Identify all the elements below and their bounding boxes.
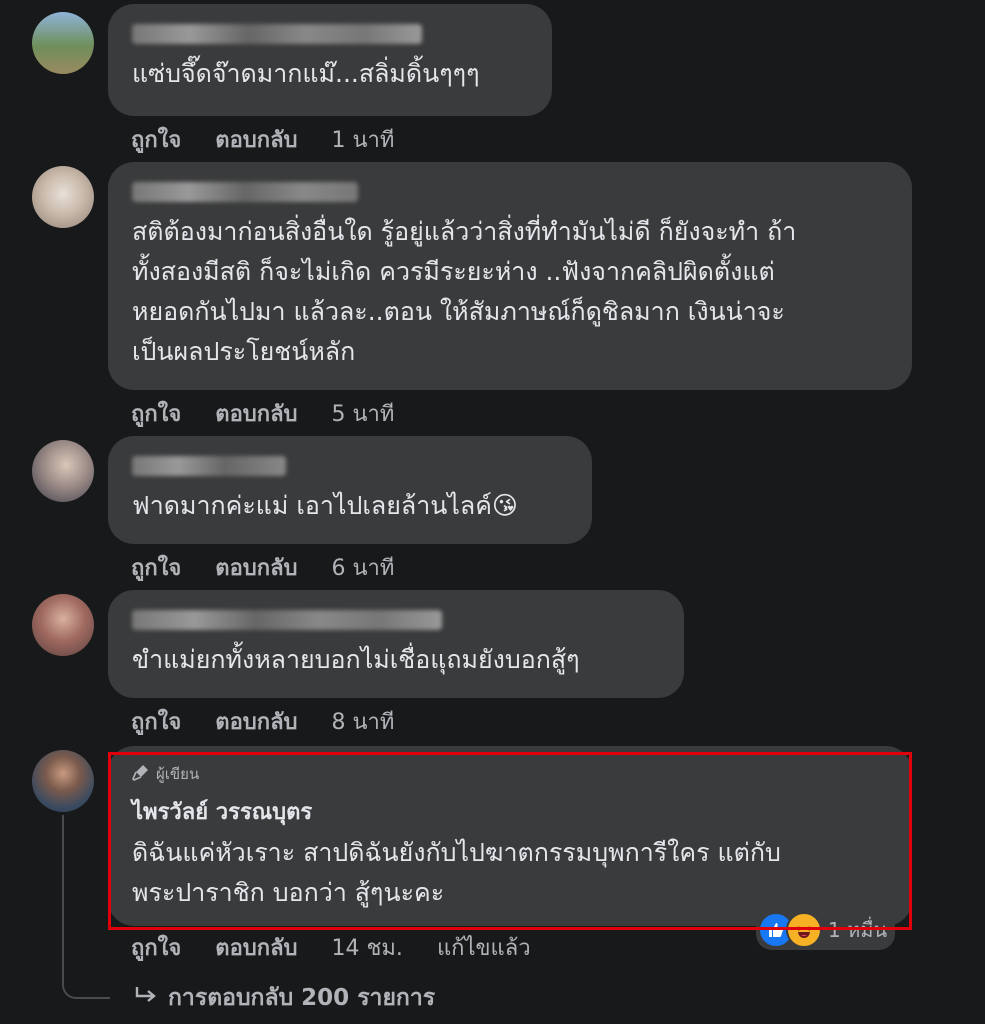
view-replies-link[interactable]: การตอบกลับ 200 รายการ (134, 980, 435, 1016)
comment-text: สติต้องมาก่อนสิ่งอื่นใด รู้อยู่แล้วว่าสิ… (132, 217, 797, 366)
reaction-summary[interactable]: 1 หมื่น (756, 910, 896, 950)
comment-actions: ถูกใจ ตอบกลับ 5 นาที (131, 396, 394, 431)
edited-label: แก้ไขแล้ว (436, 936, 531, 961)
reply-link[interactable]: ตอบกลับ (215, 704, 297, 739)
reaction-count: 1 หมื่น (828, 918, 888, 942)
reply-link[interactable]: ตอบกลับ (215, 550, 297, 585)
author-name[interactable]: ไพรวัลย์ วรรณบุตร (132, 794, 888, 829)
comment-text: ขำแม่ยกทั้งหลายบอกไม่เชื่อแุถมยังบอกสู้ๆ (132, 645, 580, 674)
comment-actions: ถูกใจ ตอบกลับ 8 นาที (131, 704, 394, 739)
comment-bubble: ผู้เขียน ไพรวัลย์ วรรณบุตร ดิฉันแค่หัวเร… (108, 746, 912, 926)
reply-arrow-icon (134, 985, 158, 1011)
timestamp[interactable]: 5 นาที (332, 396, 395, 431)
comment-bubble: ขำแม่ยกทั้งหลายบอกไม่เชื่อแุถมยังบอกสู้ๆ (108, 590, 684, 698)
microphone-icon (132, 763, 150, 785)
comment-bubble: แซ่บจึ๊ดจ๊าดมากแม๊...สลิ่มดิ้นๆๆๆ (108, 4, 552, 116)
avatar[interactable] (32, 440, 94, 502)
author-badge-label: ผู้เขียน (156, 765, 200, 783)
comment-text: ฟาดมากค่ะแม่ เอาไปเลยล้านไลค์😘 (132, 491, 518, 520)
blurred-author-name[interactable] (132, 182, 358, 202)
timestamp[interactable]: 8 นาที (332, 704, 395, 739)
thread-line (62, 815, 110, 999)
like-link[interactable]: ถูกใจ (131, 930, 181, 965)
author-badge: ผู้เขียน (132, 762, 888, 786)
comment-text: ดิฉันแค่หัวเราะ สาปดิฉันยังกับไปฆาตกรรมบ… (132, 838, 781, 907)
author-avatar[interactable] (32, 750, 94, 812)
comment-bubble: ฟาดมากค่ะแม่ เอาไปเลยล้านไลค์😘 (108, 436, 592, 544)
reply-link[interactable]: ตอบกลับ (215, 930, 297, 965)
timestamp[interactable]: 14 ชม. (332, 930, 403, 965)
like-link[interactable]: ถูกใจ (131, 550, 181, 585)
timestamp[interactable]: 1 นาที (332, 122, 395, 157)
like-link[interactable]: ถูกใจ (131, 704, 181, 739)
blurred-author-name[interactable] (132, 456, 286, 476)
like-link[interactable]: ถูกใจ (131, 396, 181, 431)
comment-actions: ถูกใจ ตอบกลับ 6 นาที (131, 550, 394, 585)
avatar[interactable] (32, 12, 94, 74)
comment-text: แซ่บจึ๊ดจ๊าดมากแม๊...สลิ่มดิ้นๆๆๆ (132, 59, 480, 88)
like-link[interactable]: ถูกใจ (131, 122, 181, 157)
avatar[interactable] (32, 166, 94, 228)
blurred-author-name[interactable] (132, 610, 442, 630)
comment-bubble: สติต้องมาก่อนสิ่งอื่นใด รู้อยู่แล้วว่าสิ… (108, 162, 912, 390)
haha-icon (786, 912, 822, 948)
reply-link[interactable]: ตอบกลับ (215, 122, 297, 157)
timestamp[interactable]: 6 นาที (332, 550, 395, 585)
blurred-author-name[interactable] (132, 24, 422, 44)
view-replies-label: การตอบกลับ 200 รายการ (168, 985, 436, 1011)
comment-actions: ถูกใจ ตอบกลับ 14 ชม. แก้ไขแล้ว (131, 930, 531, 965)
reply-link[interactable]: ตอบกลับ (215, 396, 297, 431)
comment-actions: ถูกใจ ตอบกลับ 1 นาที (131, 122, 394, 157)
avatar[interactable] (32, 594, 94, 656)
